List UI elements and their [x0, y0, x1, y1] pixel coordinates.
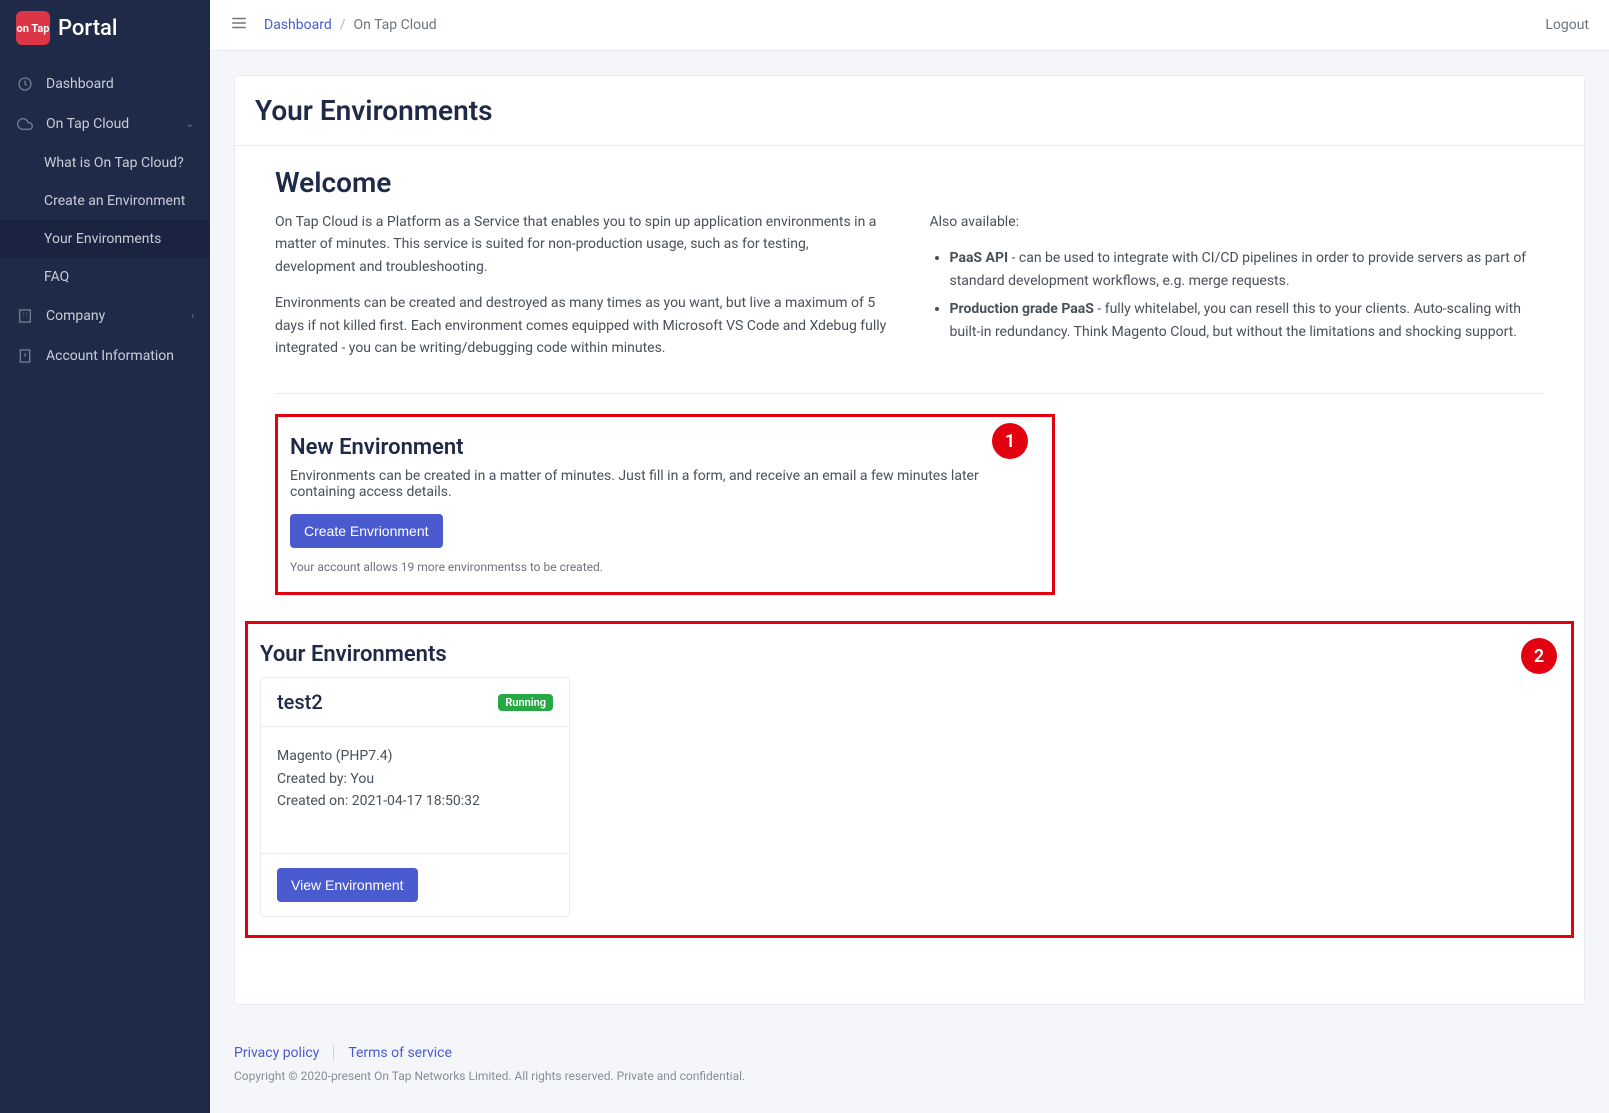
sidebar-item-yourenvs[interactable]: Your Environments	[0, 220, 210, 258]
welcome-para-2: Environments can be created and destroye…	[275, 292, 890, 359]
sidebar-item-dashboard[interactable]: Dashboard	[0, 64, 210, 104]
sidebar-item-label: What is On Tap Cloud?	[44, 155, 184, 171]
sidebar: on Tap Portal Dashboard On Tap Cloud ⌄ W…	[0, 0, 210, 1113]
sidebar-item-ontapcloud[interactable]: On Tap Cloud ⌄	[0, 104, 210, 144]
status-badge: Running	[498, 694, 553, 711]
main-card: Your Environments Welcome On Tap Cloud i…	[234, 75, 1585, 1005]
sidebar-item-account[interactable]: Account Information	[0, 336, 210, 376]
sidebar-item-whatis[interactable]: What is On Tap Cloud?	[0, 144, 210, 182]
sidebar-item-label: Create an Environment	[44, 193, 185, 209]
env-name: test2	[277, 690, 323, 714]
new-env-title: New Environment	[290, 435, 1040, 460]
your-envs-title: Your Environments	[260, 642, 1559, 667]
your-environments-section: 2 Your Environments test2 Running Magent…	[245, 621, 1574, 937]
cloud-icon	[16, 115, 34, 133]
environment-card: test2 Running Magento (PHP7.4) Created b…	[260, 677, 570, 916]
annotation-marker-2: 2	[1521, 638, 1557, 674]
new-env-note: Your account allows 19 more environments…	[290, 560, 1040, 574]
brand-logo-text: on Tap	[17, 22, 50, 35]
view-environment-button[interactable]: View Environment	[277, 868, 418, 902]
privacy-link[interactable]: Privacy policy	[234, 1045, 319, 1061]
chevron-down-icon: ⌄	[186, 119, 194, 130]
bullet-rest: - can be used to integrate with CI/CD pi…	[950, 250, 1527, 288]
topbar: Dashboard / On Tap Cloud Logout	[210, 0, 1609, 51]
create-environment-button[interactable]: Create Envrionment	[290, 514, 443, 548]
breadcrumb-current: On Tap Cloud	[354, 17, 437, 33]
env-created-on: Created on: 2021-04-17 18:50:32	[277, 790, 553, 812]
chevron-left-icon: ‹	[191, 311, 194, 322]
logout-link[interactable]: Logout	[1545, 17, 1589, 33]
env-stack: Magento (PHP7.4)	[277, 745, 553, 767]
sidebar-item-createenv[interactable]: Create an Environment	[0, 182, 210, 220]
sidebar-item-label: Company	[46, 308, 105, 324]
sidebar-nav: Dashboard On Tap Cloud ⌄ What is On Tap …	[0, 56, 210, 376]
sidebar-item-faq[interactable]: FAQ	[0, 258, 210, 296]
brand-name: Portal	[58, 16, 118, 41]
new-environment-section: 1 New Environment Environments can be cr…	[275, 414, 1055, 595]
menu-toggle-icon[interactable]	[230, 14, 248, 36]
env-created-by: Created by: You	[277, 768, 553, 790]
footer-divider	[333, 1045, 334, 1061]
sidebar-item-label: On Tap Cloud	[46, 116, 129, 132]
welcome-title: Welcome	[275, 166, 1544, 199]
sidebar-item-label: FAQ	[44, 269, 69, 285]
copyright: Copyright © 2020-present On Tap Networks…	[234, 1069, 1585, 1083]
brand: on Tap Portal	[0, 0, 210, 56]
breadcrumb: Dashboard / On Tap Cloud	[264, 17, 437, 33]
footer: Privacy policy Terms of service Copyrigh…	[210, 1029, 1609, 1113]
account-icon	[16, 347, 34, 365]
also-available-title: Also available:	[930, 211, 1545, 233]
breadcrumb-sep: /	[340, 17, 346, 33]
building-icon	[16, 307, 34, 325]
dashboard-icon	[16, 75, 34, 93]
bullet-strong: Production grade PaaS	[950, 301, 1094, 317]
bullet-strong: PaaS API	[950, 250, 1009, 266]
bullet-paas-api: PaaS API - can be used to integrate with…	[950, 247, 1545, 292]
brand-logo: on Tap	[16, 11, 50, 45]
sidebar-item-label: Your Environments	[44, 231, 161, 247]
sidebar-item-company[interactable]: Company ‹	[0, 296, 210, 336]
terms-link[interactable]: Terms of service	[348, 1045, 452, 1061]
bullet-production-paas: Production grade PaaS - fully whitelabel…	[950, 298, 1545, 343]
page-title: Your Environments	[255, 94, 1564, 127]
sidebar-item-label: Account Information	[46, 348, 174, 364]
divider	[275, 393, 1544, 394]
breadcrumb-root[interactable]: Dashboard	[264, 17, 332, 33]
sidebar-item-label: Dashboard	[46, 76, 114, 92]
new-env-desc: Environments can be created in a matter …	[290, 468, 1040, 500]
welcome-para-1: On Tap Cloud is a Platform as a Service …	[275, 211, 890, 278]
